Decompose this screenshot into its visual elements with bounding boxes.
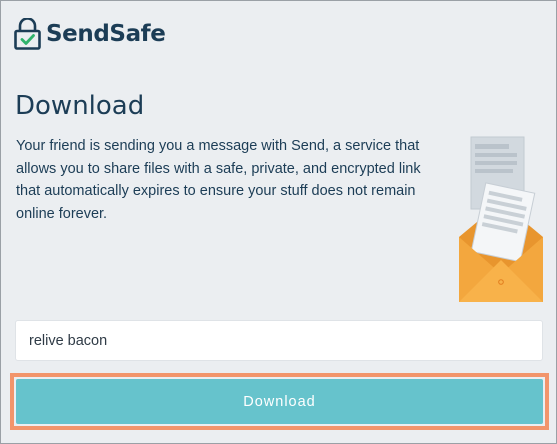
page-title: Download <box>15 91 145 121</box>
brand-name: SendSafe <box>46 21 166 47</box>
brand-logo[interactable]: SendSafe <box>14 18 166 50</box>
password-input[interactable] <box>15 320 543 361</box>
envelope-documents-illustration <box>459 136 543 302</box>
download-button[interactable]: Download <box>16 379 543 424</box>
padlock-check-icon <box>14 18 41 50</box>
page: SendSafe Download Your friend is sending… <box>0 0 557 444</box>
page-description: Your friend is sending you a message wit… <box>16 138 421 222</box>
